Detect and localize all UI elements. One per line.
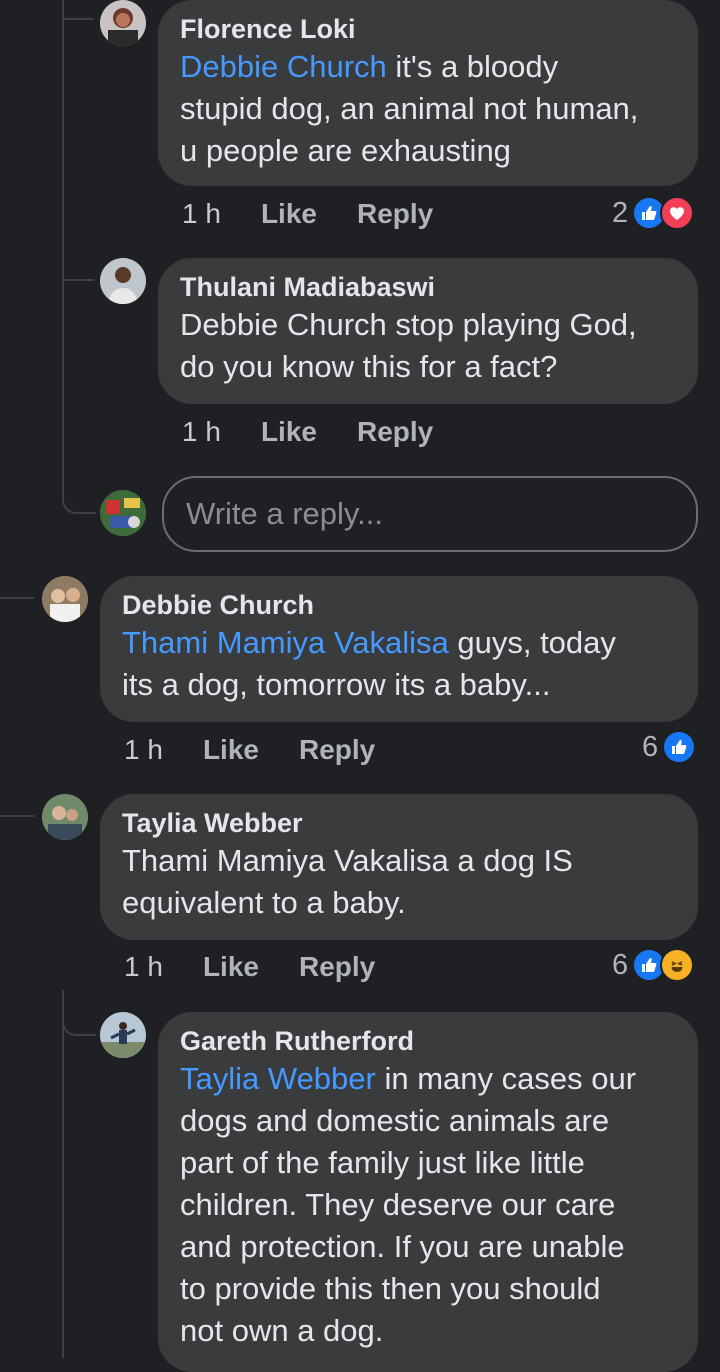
reply-button[interactable]: Reply <box>357 198 433 230</box>
love-icon <box>660 196 695 230</box>
current-user-avatar <box>100 490 146 536</box>
thread-line <box>62 990 64 1358</box>
avatar[interactable] <box>42 794 88 840</box>
reaction-count: 6 <box>612 948 629 981</box>
like-button[interactable]: Like <box>261 416 317 448</box>
avatar[interactable] <box>100 258 146 304</box>
thread-branch <box>64 279 94 281</box>
avatar[interactable] <box>100 1012 146 1058</box>
comment-bubble: Taylia Webber Thami Mamiya Vakalisa a do… <box>100 794 698 940</box>
comment-text: Thami Mamiya Vakalisa guys, today its a … <box>122 625 616 702</box>
reply-button[interactable]: Reply <box>357 416 433 448</box>
comment-text: Debbie Church stop playing God, do you k… <box>180 307 637 384</box>
comment-timestamp[interactable]: 1 h <box>182 416 221 448</box>
reply-button[interactable]: Reply <box>299 734 375 766</box>
mention-link[interactable]: Taylia Webber <box>180 1061 376 1096</box>
comment-bubble: Florence Loki Debbie Church it's a blood… <box>158 0 698 186</box>
comment-bubble: Debbie Church Thami Mamiya Vakalisa guys… <box>100 576 698 722</box>
like-button[interactable]: Like <box>203 951 259 983</box>
thread-branch <box>0 597 34 599</box>
comment-bubble: Gareth Rutherford Taylia Webber in many … <box>158 1012 698 1372</box>
comment-text: Debbie Church it's a bloody stupid dog, … <box>180 49 639 168</box>
comment-actions: 1 h Like Reply <box>124 951 375 983</box>
comment-author[interactable]: Taylia Webber <box>122 806 674 840</box>
comment-text: Taylia Webber in many cases our dogs and… <box>180 1061 637 1348</box>
comment-timestamp[interactable]: 1 h <box>124 951 163 983</box>
comment-author[interactable]: Debbie Church <box>122 588 674 622</box>
comment-actions: 1 h Like Reply <box>182 416 433 448</box>
like-button[interactable]: Like <box>261 198 317 230</box>
comment-timestamp[interactable]: 1 h <box>182 198 221 230</box>
reaction-summary[interactable]: 6 <box>642 730 697 764</box>
comment-bubble: Thulani Madiabaswi Debbie Church stop pl… <box>158 258 698 404</box>
comment-author[interactable]: Thulani Madiabaswi <box>180 270 674 304</box>
like-icon <box>662 730 697 764</box>
mention-link[interactable]: Thami Mamiya Vakalisa <box>122 625 449 660</box>
comment-author[interactable]: Florence Loki <box>180 12 674 46</box>
reaction-summary[interactable]: 2 <box>612 196 695 230</box>
comment-author[interactable]: Gareth Rutherford <box>180 1024 674 1058</box>
comment-actions: 1 h Like Reply <box>124 734 375 766</box>
reaction-count: 2 <box>612 196 629 229</box>
like-button[interactable]: Like <box>203 734 259 766</box>
thread-branch <box>62 990 96 1036</box>
comment-timestamp[interactable]: 1 h <box>124 734 163 766</box>
comment-text: Thami Mamiya Vakalisa a dog IS equivalen… <box>122 843 573 920</box>
reaction-summary[interactable]: 6 <box>612 948 695 982</box>
avatar[interactable] <box>100 0 146 46</box>
thread-line <box>62 0 64 500</box>
mention-link[interactable]: Debbie Church <box>180 49 387 84</box>
reaction-count: 6 <box>642 730 659 763</box>
haha-icon <box>660 948 695 982</box>
reply-input[interactable]: Write a reply... <box>162 476 698 552</box>
thread-branch <box>62 482 96 514</box>
thread-branch <box>62 0 94 20</box>
comment-actions: 1 h Like Reply <box>182 198 433 230</box>
reply-button[interactable]: Reply <box>299 951 375 983</box>
avatar[interactable] <box>42 576 88 622</box>
thread-branch <box>0 815 34 817</box>
reply-input-placeholder: Write a reply... <box>186 496 383 531</box>
